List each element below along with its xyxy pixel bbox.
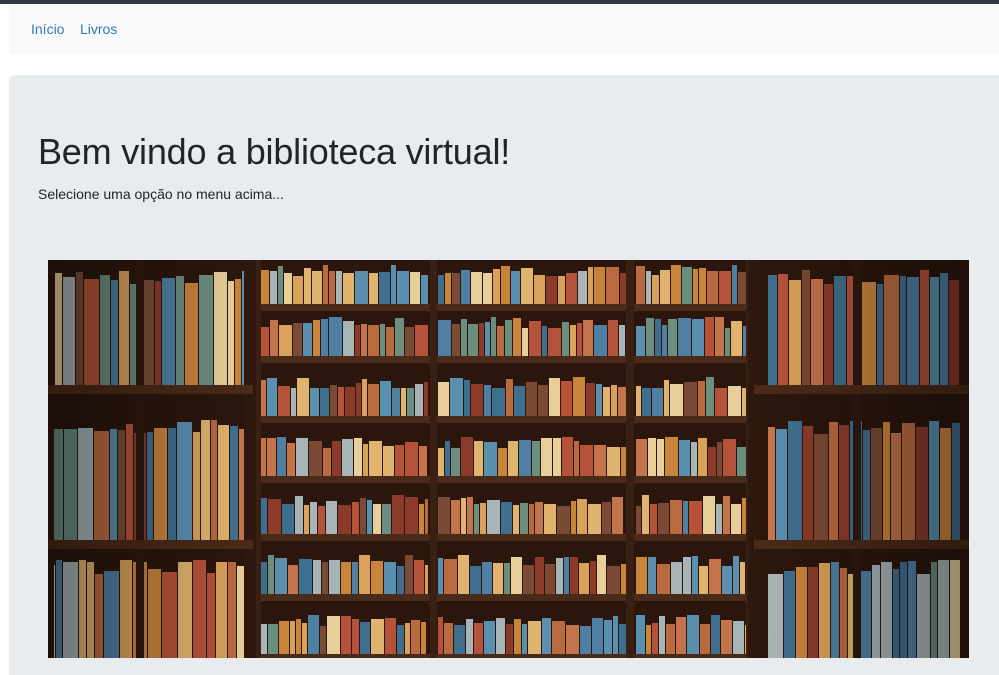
library-bookshelves-image (48, 260, 969, 658)
nav-link-inicio[interactable]: Início (31, 21, 64, 37)
navbar: Início Livros (9, 4, 999, 54)
nav-link-livros[interactable]: Livros (80, 21, 117, 37)
jumbotron: Bem vindo a biblioteca virtual! Selecion… (9, 75, 999, 675)
page-title: Bem vindo a biblioteca virtual! (38, 131, 511, 172)
page-subtitle: Selecione uma opção no menu acima... (38, 186, 284, 202)
